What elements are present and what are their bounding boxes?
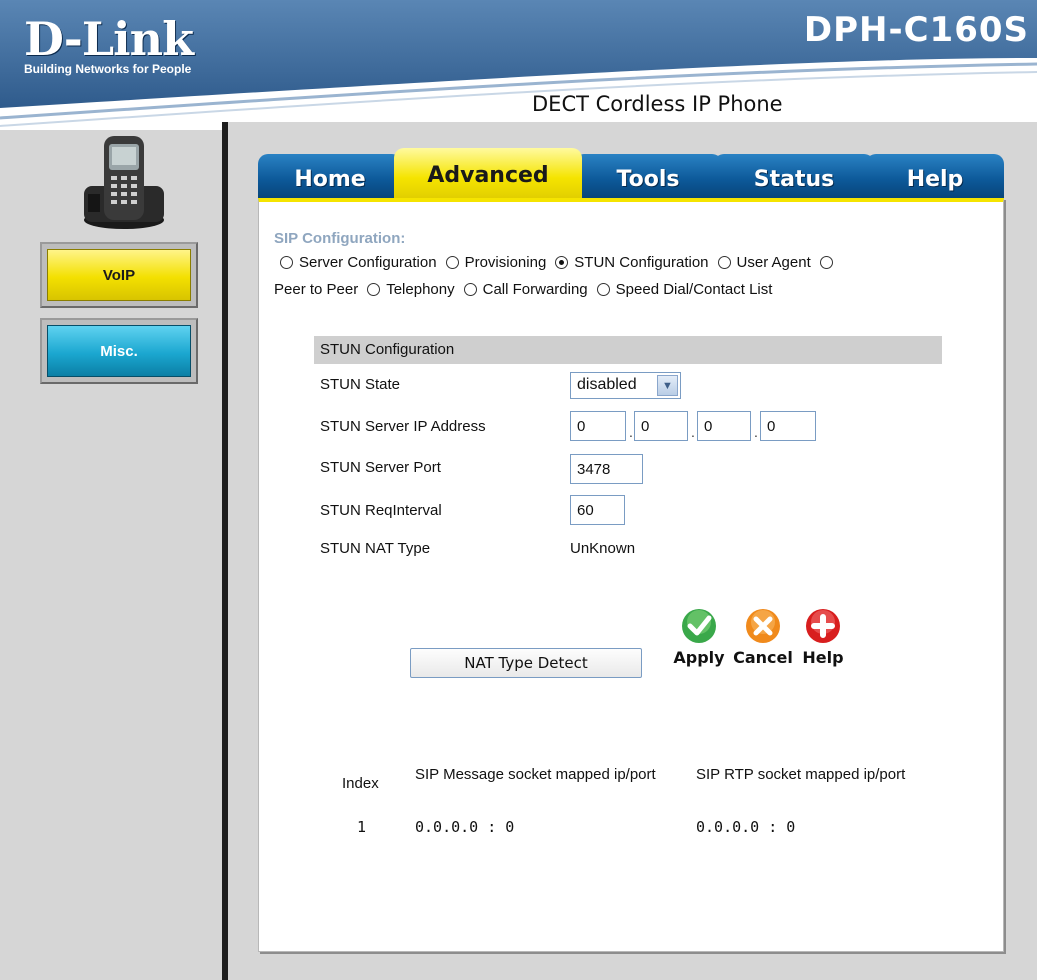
stun-state-label: STUN State <box>320 376 401 393</box>
logo-tagline: Building Networks for People <box>24 62 192 76</box>
option-user-agent[interactable]: User Agent <box>717 254 811 271</box>
stun-ip-octet-2[interactable]: 0 <box>634 411 688 441</box>
table-header-sip-message: SIP Message socket mapped ip/port <box>415 766 656 783</box>
tab-help[interactable]: Help <box>866 154 1004 198</box>
stun-interval-label: STUN ReqInterval <box>320 502 442 519</box>
sidebar-divider <box>222 122 228 980</box>
option-label: Peer to Peer <box>274 281 359 298</box>
table-cell-index: 1 <box>357 818 367 836</box>
option-label: Provisioning <box>464 254 547 271</box>
option-provisioning[interactable]: Provisioning <box>445 254 547 271</box>
tab-tools[interactable]: Tools <box>574 154 722 198</box>
sidebar-item-voip[interactable]: VoIP <box>40 242 198 308</box>
radio-icon[interactable] <box>596 283 610 296</box>
stun-nat-value: UnKnown <box>570 540 636 557</box>
option-server-configuration[interactable]: Server Configuration <box>280 254 437 271</box>
cancel-label: Cancel <box>733 648 793 667</box>
apply-button[interactable]: Apply <box>664 608 734 667</box>
option-stun-configuration[interactable]: STUN Configuration <box>555 254 709 271</box>
radio-icon[interactable] <box>367 283 381 296</box>
radio-icon[interactable] <box>463 283 477 296</box>
stun-section-header: STUN Configuration <box>314 336 942 364</box>
tab-home[interactable]: Home <box>258 154 402 198</box>
option-label: Server Configuration <box>299 254 437 271</box>
sip-options-row-2: Peer to Peer Telephony Call Forwarding S… <box>274 281 781 298</box>
help-label: Help <box>802 648 844 667</box>
radio-icon[interactable] <box>280 256 293 269</box>
sidebar-item-label: VoIP <box>47 249 191 301</box>
ip-dot: . <box>629 424 633 440</box>
help-button[interactable]: Help <box>788 608 858 667</box>
sidebar-item-label: Misc. <box>47 325 191 377</box>
stun-state-value: disabled <box>577 376 637 393</box>
product-name: DECT Cordless IP Phone <box>532 92 783 116</box>
dlink-logo: D-Link Building Networks for People <box>24 12 194 76</box>
plus-icon <box>806 609 840 643</box>
stun-ip-octet-1[interactable]: 0 <box>570 411 626 441</box>
table-cell-sip-message: 0.0.0.0 : 0 <box>415 818 515 836</box>
option-label: User Agent <box>736 254 811 271</box>
stun-ip-octet-4[interactable]: 0 <box>760 411 816 441</box>
content-panel <box>258 198 1004 952</box>
radio-icon[interactable] <box>717 256 731 269</box>
apply-label: Apply <box>673 648 725 667</box>
option-speed-dial[interactable]: Speed Dial/Contact List <box>596 281 773 298</box>
stun-ip-label: STUN Server IP Address <box>320 418 486 435</box>
sip-options-row-1: Server Configuration Provisioning STUN C… <box>280 254 848 271</box>
ip-dot: . <box>754 424 758 440</box>
option-peer-to-peer[interactable]: Peer to Peer <box>274 281 358 298</box>
stun-state-select[interactable]: disabled ▼ <box>570 372 681 399</box>
chevron-down-icon[interactable]: ▼ <box>657 375 678 396</box>
stun-nat-label: STUN NAT Type <box>320 540 431 557</box>
option-label: Speed Dial/Contact List <box>615 281 773 298</box>
model-name: DPH-C160S <box>803 10 1029 50</box>
table-header-sip-rtp: SIP RTP socket mapped ip/port <box>696 766 906 783</box>
option-call-forwarding[interactable]: Call Forwarding <box>463 281 588 298</box>
cancel-icon <box>746 609 780 643</box>
check-icon <box>682 609 716 643</box>
sidebar-item-misc[interactable]: Misc. <box>40 318 198 384</box>
option-label: STUN Configuration <box>574 254 709 271</box>
logo-text: D-Link <box>24 12 194 66</box>
option-label: Telephony <box>386 281 455 298</box>
nat-type-detect-button[interactable]: NAT Type Detect <box>410 648 642 678</box>
tab-status[interactable]: Status <box>714 154 874 198</box>
option-telephony[interactable]: Telephony <box>367 281 455 298</box>
stun-port-label: STUN Server Port <box>320 459 441 476</box>
phone-image <box>84 136 164 229</box>
stun-ip-octet-3[interactable]: 0 <box>697 411 751 441</box>
stun-interval-input[interactable]: 60 <box>570 495 625 525</box>
option-label: Call Forwarding <box>482 281 588 298</box>
radio-selected-icon[interactable] <box>555 256 569 269</box>
option-peer-to-peer-radio[interactable] <box>819 256 839 269</box>
main-tabs: Home Advanced Tools Status Help <box>258 148 1004 198</box>
header: D-Link Building Networks for People DPH-… <box>0 0 1037 130</box>
tab-advanced[interactable]: Advanced <box>394 148 582 198</box>
radio-icon[interactable] <box>819 256 833 269</box>
table-header-index: Index <box>342 775 379 792</box>
radio-icon[interactable] <box>445 256 459 269</box>
ip-dot: . <box>691 424 695 440</box>
sip-config-title: SIP Configuration: <box>274 230 406 247</box>
table-cell-sip-rtp: 0.0.0.0 : 0 <box>696 818 796 836</box>
stun-port-input[interactable]: 3478 <box>570 454 643 484</box>
